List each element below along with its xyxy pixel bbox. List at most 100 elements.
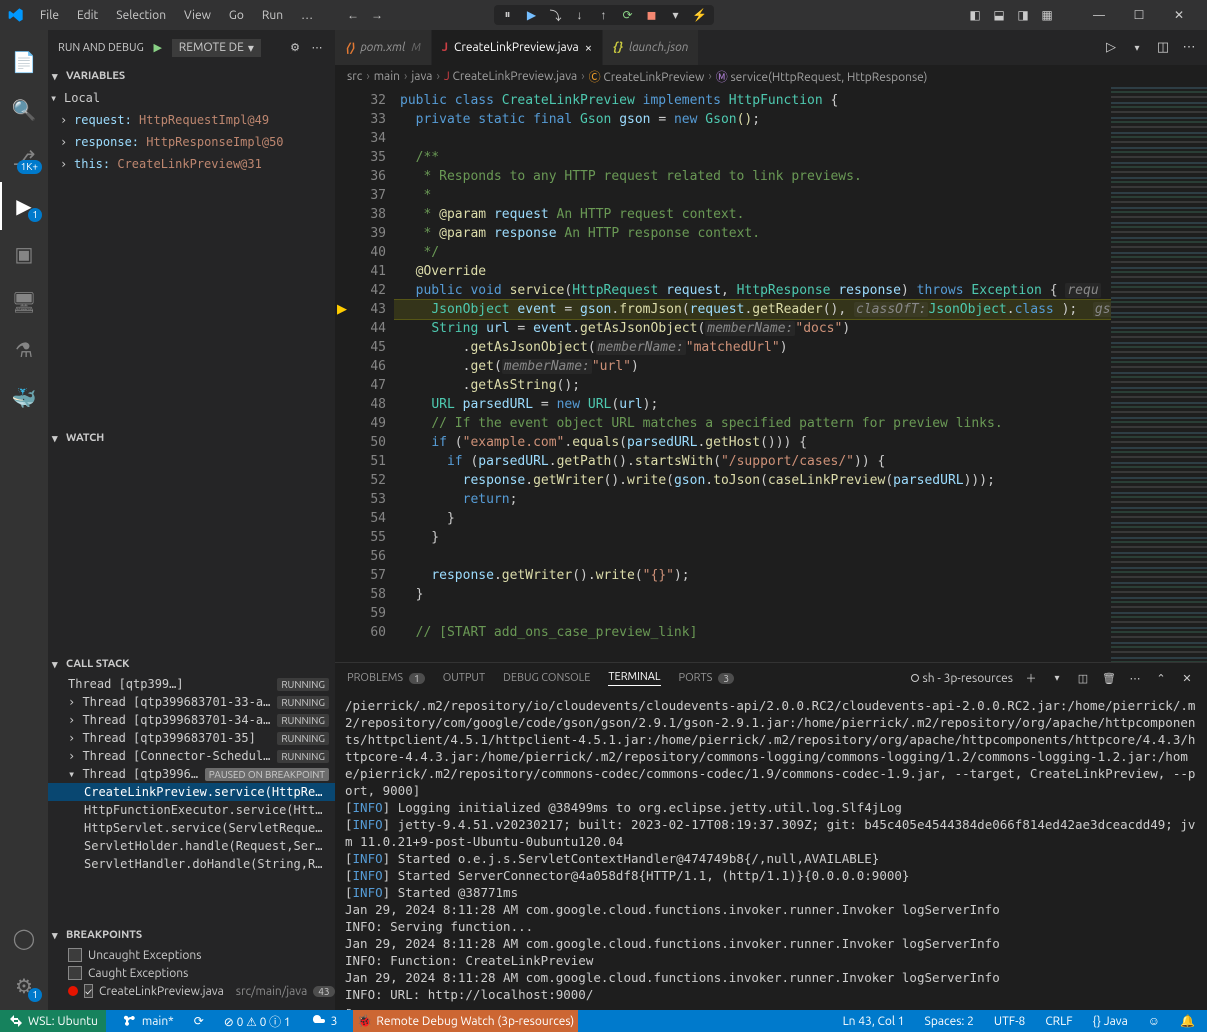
breakpoint-row[interactable]: Caught Exceptions xyxy=(48,964,335,982)
code-line[interactable]: .getAsJsonObject(memberName:"matchedUrl"… xyxy=(394,338,1111,357)
code-line[interactable]: URL parsedURL = new URL(url); xyxy=(394,395,1111,414)
editor-tab[interactable]: ⟨⟩pom.xmlM xyxy=(335,30,432,65)
section-variables-header[interactable]: ▾VARIABLES xyxy=(48,65,335,87)
code-line[interactable]: } xyxy=(394,509,1111,528)
variable-row[interactable]: ›response: HttpResponseImpl@50 xyxy=(48,131,335,153)
source-control-icon[interactable]: ⎇1K+ xyxy=(0,134,48,182)
breadcrumb-item[interactable]: J CreateLinkPreview.java xyxy=(444,70,577,83)
code-line[interactable]: * xyxy=(394,186,1111,205)
thread-row[interactable]: › Thread [Connector-Scheduler-…RUNNING xyxy=(48,747,335,765)
panel-tab-terminal[interactable]: TERMINAL xyxy=(608,671,660,686)
accounts-icon[interactable]: ◯ xyxy=(0,914,48,962)
docker-icon[interactable]: 🐳 xyxy=(0,374,48,422)
menu-selection[interactable]: Selection xyxy=(108,5,174,26)
start-debug-icon[interactable]: ▶ xyxy=(150,40,166,56)
code-line[interactable]: String url = event.getAsJsonObject(membe… xyxy=(394,319,1111,338)
code-line[interactable]: private static final Gson gson = new Gso… xyxy=(394,110,1111,129)
stack-frame[interactable]: ServletHandler.doHandle(String,Reque xyxy=(48,855,335,873)
code-line[interactable]: response.getWriter().write("{}"); xyxy=(394,566,1111,585)
variable-row[interactable]: ›this: CreateLinkPreview@31 xyxy=(48,153,335,175)
panel-left-icon[interactable]: ◧ xyxy=(967,7,983,23)
terminal-dropdown-icon[interactable]: ▾ xyxy=(1049,670,1065,686)
menu-view[interactable]: View xyxy=(176,5,219,26)
restart-icon[interactable]: ⟳ xyxy=(620,7,636,23)
cursor-position[interactable]: Ln 43, Col 1 xyxy=(839,1014,909,1028)
panel-tab-problems[interactable]: PROBLEMS1 xyxy=(347,671,425,686)
eol[interactable]: CRLF xyxy=(1041,1014,1076,1028)
panel-close-icon[interactable]: ✕ xyxy=(1179,670,1195,686)
problems-status[interactable]: ⊘ 0 ⚠ 0 ⓘ 1 xyxy=(220,1013,295,1030)
code-line[interactable]: @Override xyxy=(394,262,1111,281)
git-branch[interactable]: main* xyxy=(118,1013,178,1029)
minimize-icon[interactable]: — xyxy=(1079,0,1119,30)
breadcrumb-item[interactable]: java xyxy=(411,70,432,83)
panel-tab-ports[interactable]: PORTS3 xyxy=(679,671,735,686)
stack-frame[interactable]: HttpServlet.service(ServletRequest,S xyxy=(48,819,335,837)
code-line[interactable]: JsonObject event = gson.fromJson(request… xyxy=(394,300,1111,319)
debug-settings-icon[interactable]: ⚙ xyxy=(287,40,303,56)
code-line[interactable]: } xyxy=(394,528,1111,547)
code-line[interactable]: * @param response An HTTP response conte… xyxy=(394,224,1111,243)
code-line[interactable] xyxy=(394,547,1111,566)
panel-more-icon[interactable]: ⋯ xyxy=(1127,670,1143,686)
breakpoint-checkbox[interactable] xyxy=(68,966,82,980)
terminal-shell-indicator[interactable]: sh - 3p-resources xyxy=(911,672,1013,685)
code-line[interactable]: /** xyxy=(394,148,1111,167)
pause-icon[interactable]: ⏸ xyxy=(500,7,516,23)
testing-icon[interactable]: ⚗ xyxy=(0,326,48,374)
run-icon[interactable]: ▷ xyxy=(1103,40,1119,56)
breadcrumb-item[interactable]: Ⓒ CreateLinkPreview xyxy=(589,68,705,85)
code-line[interactable] xyxy=(394,604,1111,623)
menu-go[interactable]: Go xyxy=(221,5,252,26)
panel-maximize-icon[interactable]: ⌃ xyxy=(1153,670,1169,686)
settings-gear-icon[interactable]: ⚙1 xyxy=(0,962,48,1010)
panel-tab-debug-console[interactable]: DEBUG CONSOLE xyxy=(503,671,590,686)
run-debug-icon[interactable]: ▶1 xyxy=(0,182,48,230)
code-line[interactable]: return; xyxy=(394,490,1111,509)
code-line[interactable]: // [START add_ons_case_preview_link] xyxy=(394,623,1111,642)
notifications-icon[interactable]: 🔔 xyxy=(1176,1014,1199,1028)
code-line[interactable]: */ xyxy=(394,243,1111,262)
new-terminal-icon[interactable]: ＋ xyxy=(1023,670,1039,686)
tab-close-icon[interactable]: × xyxy=(585,41,592,55)
layout-icon[interactable]: ▦ xyxy=(1039,7,1055,23)
close-icon[interactable]: ✕ xyxy=(1159,0,1199,30)
breakpoint-checkbox[interactable] xyxy=(84,984,93,998)
scope-local[interactable]: ▾Local xyxy=(48,87,335,109)
code-line[interactable]: response.getWriter().write(gson.toJson(c… xyxy=(394,471,1111,490)
thread-row[interactable]: › Thread [qtp399683701-33-acce…RUNNING xyxy=(48,693,335,711)
hot-reload-icon[interactable]: ⚡ xyxy=(692,7,708,23)
maximize-icon[interactable]: ☐ xyxy=(1119,0,1159,30)
minimap[interactable] xyxy=(1111,87,1207,662)
debug-config-select[interactable]: Remote De▾ xyxy=(172,39,261,57)
encoding[interactable]: UTF-8 xyxy=(990,1014,1029,1028)
ports-status[interactable]: 3 xyxy=(307,1013,342,1029)
split-terminal-icon[interactable]: ◫ xyxy=(1075,670,1091,686)
panel-tab-output[interactable]: OUTPUT xyxy=(443,671,485,686)
menu-run[interactable]: Run xyxy=(254,5,291,26)
thread-row[interactable]: › Thread [qtp399683701-35]RUNNING xyxy=(48,729,335,747)
breadcrumb-item[interactable]: src xyxy=(347,70,362,83)
dropdown-icon[interactable]: ▾ xyxy=(668,7,684,23)
caret-down-icon[interactable]: ▾ xyxy=(1129,40,1145,56)
code-line[interactable] xyxy=(394,129,1111,148)
continue-icon[interactable]: ▶ xyxy=(524,7,540,23)
panel-right-icon[interactable]: ◨ xyxy=(1015,7,1031,23)
stack-frame[interactable]: HttpFunctionExecutor.service(HttpSer xyxy=(48,801,335,819)
debug-status[interactable]: 🐞 Remote Debug Watch (3p-resources) xyxy=(353,1010,578,1032)
menu-edit[interactable]: Edit xyxy=(69,5,106,26)
explorer-icon[interactable]: 📄 xyxy=(0,38,48,86)
search-icon[interactable]: 🔍 xyxy=(0,86,48,134)
code-line[interactable]: if ("example.com".equals(parsedURL.getHo… xyxy=(394,433,1111,452)
code-line[interactable]: * Responds to any HTTP request related t… xyxy=(394,167,1111,186)
breadcrumb-item[interactable]: Ⓜ service(HttpRequest, HttpResponse) xyxy=(716,68,928,85)
split-editor-icon[interactable]: ◫ xyxy=(1155,40,1171,56)
breakpoint-row[interactable]: CreateLinkPreview.javasrc/main/java43 xyxy=(48,982,335,1000)
step-into-icon[interactable]: ↓ xyxy=(572,7,588,23)
breakpoint-checkbox[interactable] xyxy=(68,948,82,962)
code-line[interactable]: } xyxy=(394,585,1111,604)
kill-terminal-icon[interactable]: 🗑 xyxy=(1101,670,1117,686)
breadcrumbs[interactable]: src›main›java›J CreateLinkPreview.java›Ⓒ… xyxy=(335,65,1207,87)
stop-icon[interactable]: ◼ xyxy=(644,7,660,23)
stack-frame[interactable]: ServletHolder.handle(Request,Servlet xyxy=(48,837,335,855)
